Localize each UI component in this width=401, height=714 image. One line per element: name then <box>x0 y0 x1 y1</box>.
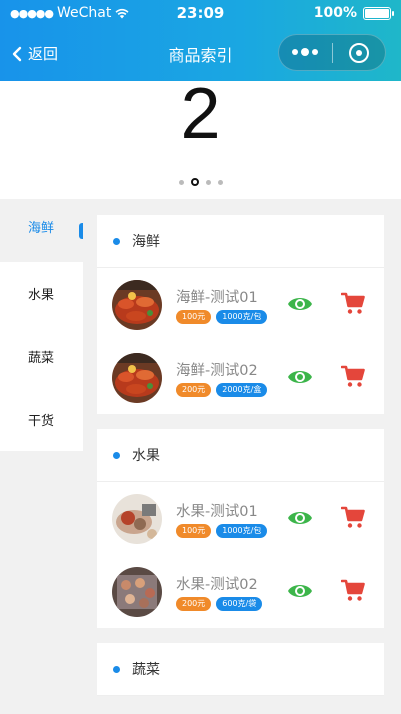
spec-badge: 600克/袋 <box>216 596 263 611</box>
cart-icon[interactable] <box>340 506 365 530</box>
price-badge: 200元 <box>176 596 212 611</box>
sidebar-item[interactable]: 水果 <box>0 262 83 325</box>
product-row[interactable]: 海鲜-测试02 200元 2000克/盒 <box>97 341 384 414</box>
banner-dot[interactable] <box>178 179 184 185</box>
product-list: 海鲜 海鲜-测试01 100元 1000克/包 海鲜-测试02 200元 2000克/盒 水果… <box>97 215 384 711</box>
sidebar-item-label: 干货 <box>28 414 55 429</box>
bullet-icon <box>113 451 120 459</box>
cart-icon[interactable] <box>340 579 365 603</box>
section-header: 海鲜 <box>97 215 384 268</box>
section-header: 蔬菜 <box>97 643 384 696</box>
product-info: 水果-测试02 200元 600克/袋 <box>176 573 263 611</box>
section-header: 水果 <box>97 429 384 482</box>
banner-dot[interactable] <box>217 179 223 185</box>
price-badge: 100元 <box>176 523 212 538</box>
cart-icon[interactable] <box>340 365 365 389</box>
sidebar-item-label: 水果 <box>28 288 55 303</box>
section-title: 海鲜 <box>132 234 160 250</box>
sidebar-item-label: 海鲜 <box>28 221 55 236</box>
banner-dot[interactable] <box>190 178 199 186</box>
carrier-name: WeChat <box>57 5 112 21</box>
product-tags: 200元 2000克/盒 <box>176 382 268 397</box>
battery-icon <box>363 6 394 20</box>
eye-icon[interactable] <box>287 294 313 314</box>
product-name: 水果-测试02 <box>176 576 258 593</box>
sidebar-item[interactable]: 蔬菜 <box>0 325 83 388</box>
category-section: 海鲜海鲜-测试01 100元 1000克/包海鲜-测试02 200元 2000克/盒 <box>97 215 384 414</box>
sidebar-item-label: 蔬菜 <box>28 351 55 366</box>
product-thumbnail[interactable] <box>112 493 162 544</box>
battery-percent: 100% <box>313 5 357 21</box>
banner-dot[interactable] <box>205 179 211 185</box>
product-row[interactable]: 水果-测试02 200元 600克/袋 <box>97 555 384 628</box>
eye-icon[interactable] <box>287 367 313 387</box>
product-tags: 100元 1000克/包 <box>176 309 268 324</box>
carrier-info: ●●●●● WeChat <box>10 5 129 21</box>
price-badge: 200元 <box>176 382 212 397</box>
eye-icon[interactable] <box>287 581 313 601</box>
bullet-icon <box>113 665 120 673</box>
target-icon <box>348 42 369 63</box>
product-tags: 200元 600克/袋 <box>176 596 263 611</box>
product-thumbnail[interactable] <box>112 566 162 617</box>
mini-program-capsule <box>278 34 386 71</box>
product-thumbnail[interactable] <box>112 352 162 403</box>
category-section: 蔬菜 <box>97 643 384 696</box>
banner-slide-number: 2 <box>180 74 221 154</box>
category-sidebar: 海鲜 水果 蔬菜 干货 <box>0 199 83 451</box>
price-badge: 100元 <box>176 309 212 324</box>
product-info: 水果-测试01 100元 1000克/包 <box>176 500 268 538</box>
section-title: 蔬菜 <box>132 662 160 678</box>
banner-indicator <box>0 178 401 186</box>
product-name: 海鲜-测试02 <box>176 362 258 379</box>
product-name: 水果-测试01 <box>176 503 258 520</box>
product-row[interactable]: 水果-测试01 100元 1000克/包 <box>97 482 384 555</box>
spec-badge: 2000克/盒 <box>216 382 268 397</box>
spec-badge: 1000克/包 <box>216 309 268 324</box>
battery-info: 100% <box>313 5 394 21</box>
product-row[interactable]: 海鲜-测试01 100元 1000克/包 <box>97 268 384 341</box>
active-indicator <box>79 223 83 239</box>
cart-icon[interactable] <box>340 292 365 316</box>
more-options-button[interactable] <box>279 48 332 56</box>
product-thumbnail[interactable] <box>112 279 162 330</box>
eye-icon[interactable] <box>287 508 313 528</box>
product-info: 海鲜-测试01 100元 1000克/包 <box>176 286 268 324</box>
product-info: 海鲜-测试02 200元 2000克/盒 <box>176 359 268 397</box>
product-name: 海鲜-测试01 <box>176 289 258 306</box>
spec-badge: 1000克/包 <box>216 523 268 538</box>
close-miniprogram-button[interactable] <box>332 42 385 63</box>
sidebar-item[interactable]: 干货 <box>0 388 83 451</box>
signal-icon: ●●●●● <box>10 6 54 20</box>
wifi-icon <box>115 8 129 18</box>
bullet-icon <box>113 237 120 245</box>
category-section: 水果水果-测试01 100元 1000克/包水果-测试02 200元 600克/袋 <box>97 429 384 628</box>
product-tags: 100元 1000克/包 <box>176 523 268 538</box>
status-bar: ●●●●● WeChat 23:09 100% <box>0 0 401 26</box>
section-title: 水果 <box>132 448 160 464</box>
sidebar-item[interactable]: 海鲜 <box>0 199 83 262</box>
